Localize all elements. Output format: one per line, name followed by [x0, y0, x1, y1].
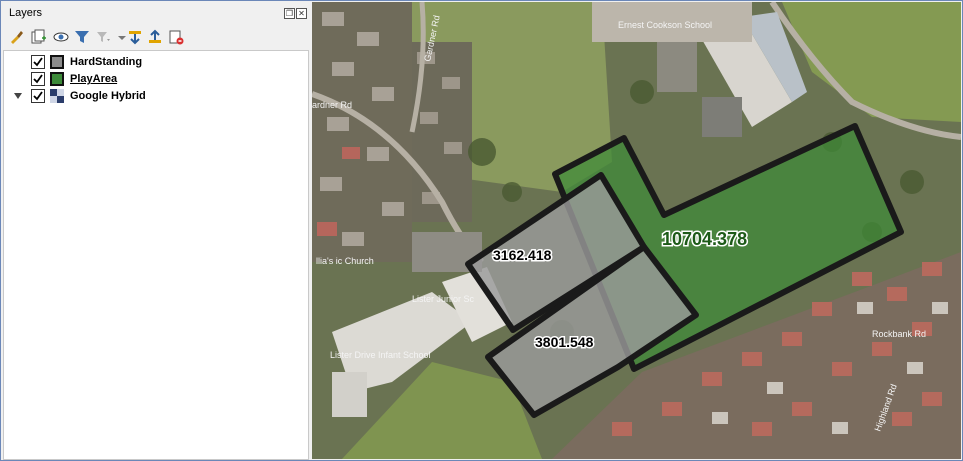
remove-layer-icon[interactable] [168, 29, 184, 45]
school-top-label: Ernest Cookson School [618, 20, 712, 30]
church-label: llia's ic Church [316, 256, 374, 266]
map-canvas[interactable]: Ernest Cookson School Lister Junior Sc L… [312, 2, 961, 459]
layer-name: PlayArea [70, 73, 118, 85]
hardstanding-label-a: 3162.418 [493, 247, 552, 263]
layer-visibility-checkbox[interactable] [31, 89, 45, 103]
polygon-symbol-icon [50, 55, 64, 69]
app-window: Layers ❐ ✕ HardStanding PlayArea Google … [0, 0, 963, 461]
layer-name: HardStanding [70, 56, 143, 68]
play-area-label: 10704.378 [662, 229, 747, 249]
expand-all-icon[interactable] [127, 29, 143, 45]
road-ardner-label: ardner Rd [312, 100, 352, 110]
close-panel-icon[interactable]: ✕ [296, 8, 307, 19]
layer-visibility-checkbox[interactable] [31, 55, 45, 69]
layer-row-playarea[interactable]: PlayArea [4, 70, 304, 88]
hardstanding-label-b: 3801.548 [535, 334, 594, 350]
lister-infant-label: Lister Drive Infant School [330, 350, 431, 360]
lister-junior-label: Lister Junior Sc [412, 294, 475, 304]
layer-tree: HardStanding PlayArea Google Hybrid [3, 50, 309, 460]
float-panel-icon[interactable]: ❐ [284, 8, 295, 19]
layers-toolbar [8, 29, 308, 49]
expand-arrow-icon[interactable] [14, 93, 22, 99]
filter-expression-icon[interactable] [95, 29, 111, 45]
layer-name: Google Hybrid [70, 90, 146, 102]
filter-icon[interactable] [74, 29, 90, 45]
road-rockbank-label: Rockbank Rd [872, 329, 926, 339]
layer-row-google-hybrid[interactable]: Google Hybrid [4, 87, 304, 105]
layer-visibility-checkbox[interactable] [31, 72, 45, 86]
style-brush-icon[interactable] [8, 29, 24, 45]
panel-title: Layers [9, 7, 43, 19]
layers-panel: Layers ❐ ✕ HardStanding PlayArea Google … [2, 2, 309, 460]
add-group-icon[interactable] [30, 29, 46, 45]
raster-layer-icon [50, 89, 64, 103]
collapse-all-icon[interactable] [147, 29, 163, 45]
layer-row-hardstanding[interactable]: HardStanding [4, 53, 304, 71]
polygon-symbol-icon [50, 72, 64, 86]
layers-panel-header: Layers ❐ ✕ [2, 2, 309, 24]
lister-infant-text: Lister Drive Infant School [330, 350, 431, 360]
manage-visibility-icon[interactable] [53, 29, 69, 45]
